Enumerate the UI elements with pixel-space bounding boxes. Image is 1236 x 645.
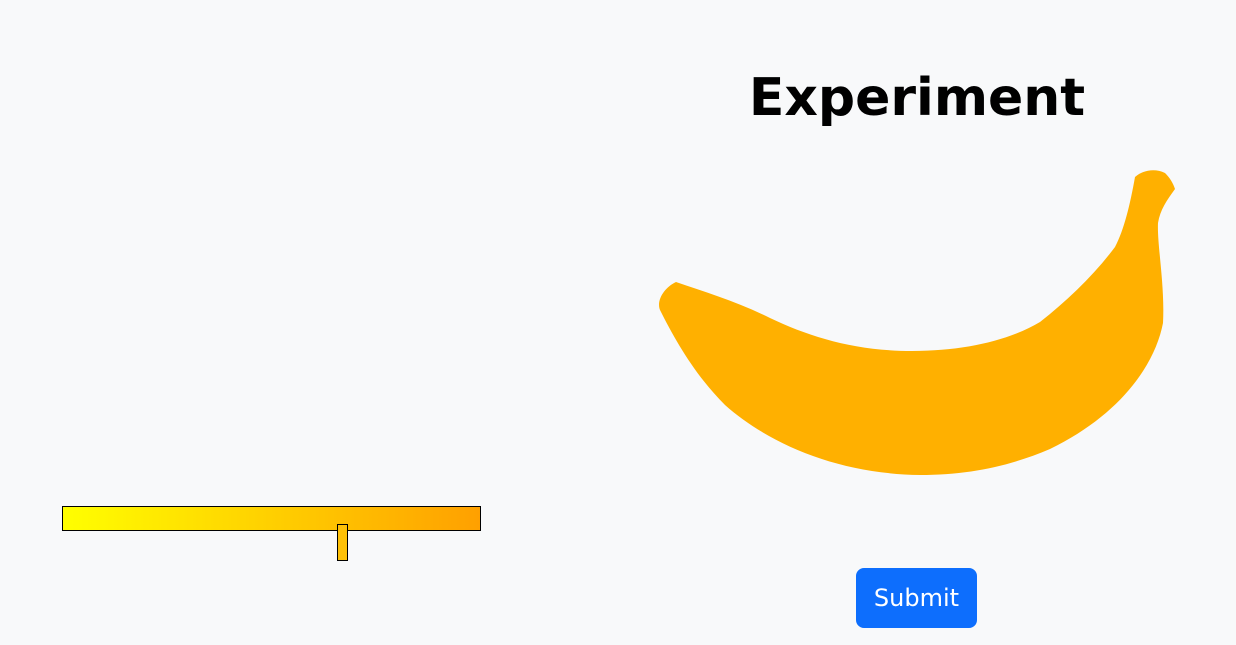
- slider-handle[interactable]: [337, 524, 348, 561]
- page-title: Experiment: [748, 68, 1086, 128]
- submit-button[interactable]: Submit: [856, 568, 977, 628]
- color-gradient-bar[interactable]: [62, 506, 481, 531]
- banana-image: [659, 170, 1175, 475]
- banana-shape: [659, 170, 1175, 475]
